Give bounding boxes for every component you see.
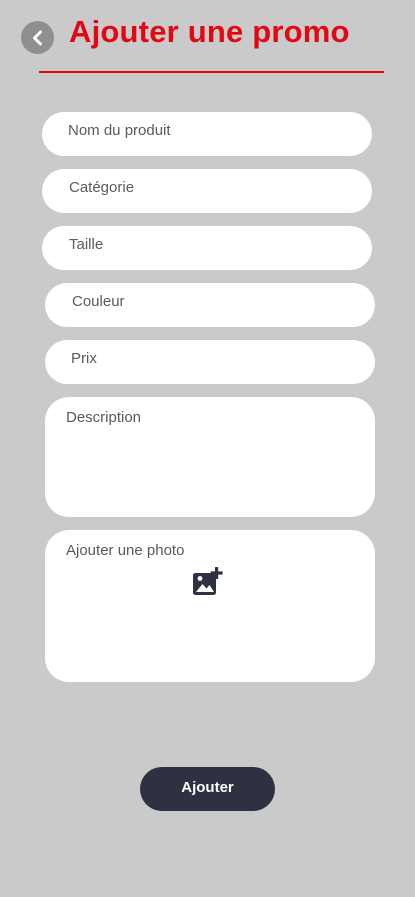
back-button[interactable] <box>21 21 54 54</box>
product-name-placeholder: Nom du produit <box>68 122 171 139</box>
description-field[interactable]: Description <box>45 397 375 517</box>
category-placeholder: Catégorie <box>69 179 135 196</box>
submit-button[interactable]: Ajouter <box>140 767 275 811</box>
add-photo-field[interactable]: Ajouter une photo <box>45 530 375 682</box>
add-photo-label: Ajouter une photo <box>66 542 185 559</box>
color-field[interactable]: Couleur <box>45 283 375 327</box>
size-field[interactable]: Taille <box>42 226 372 270</box>
price-placeholder: Prix <box>71 350 97 367</box>
page-title: Ajouter une promo <box>69 14 350 49</box>
description-placeholder: Description <box>66 409 142 426</box>
color-placeholder: Couleur <box>72 293 125 310</box>
category-field[interactable]: Catégorie <box>42 169 372 213</box>
title-divider <box>39 71 384 73</box>
price-field[interactable]: Prix <box>45 340 375 384</box>
product-name-field[interactable]: Nom du produit <box>42 112 372 156</box>
chevron-left-icon <box>32 30 42 45</box>
add-photo-icon[interactable] <box>192 566 224 598</box>
size-placeholder: Taille <box>69 236 104 253</box>
